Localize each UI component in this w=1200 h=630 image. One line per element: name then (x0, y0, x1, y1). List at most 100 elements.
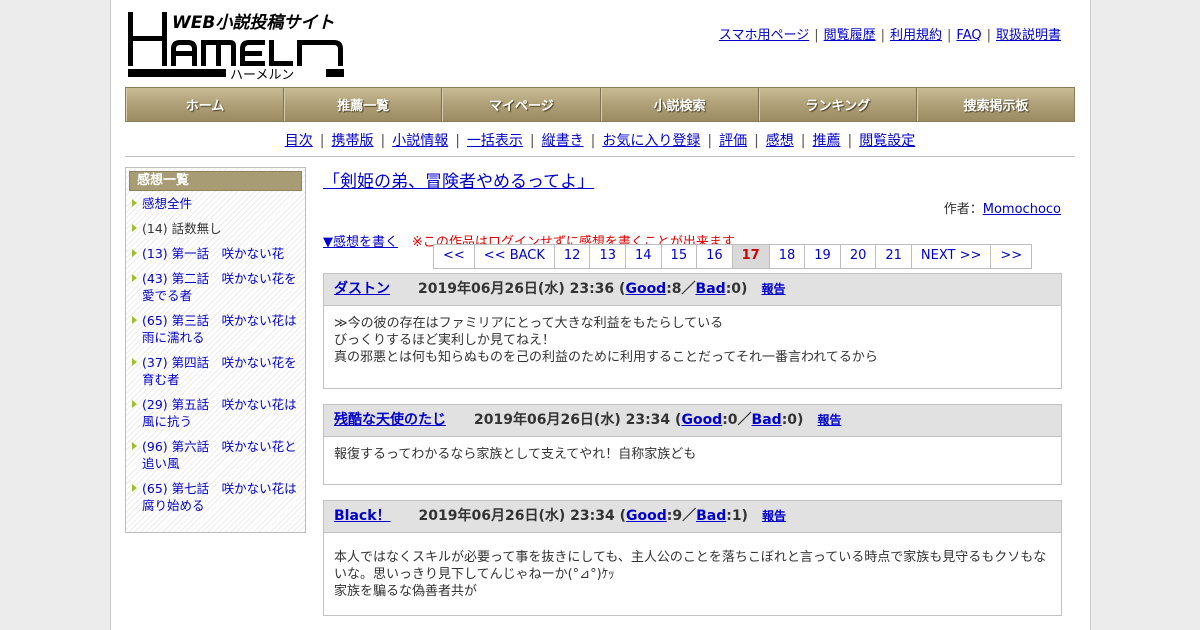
separator: | (529, 133, 535, 149)
arrow-right-icon (132, 484, 137, 492)
sidebar-item[interactable]: (37) 第四話 咲かない花を育む者 (132, 354, 301, 388)
review-text-line: 報復するってわかるなら家族として支えてやれ！自称家族ども (334, 447, 697, 462)
write-review-link[interactable]: ▼感想を書く (323, 235, 398, 250)
subnav-rating[interactable]: 評価 (719, 133, 747, 149)
review-card: Black！ 2019年06月26日(水) 23:34 (Good:9／Bad:1… (323, 500, 1062, 616)
author-link[interactable]: Momochoco (983, 202, 1061, 217)
work-title-link[interactable]: 「剣姫の弟、冒険者やめるってよ」 (323, 172, 594, 192)
page-number[interactable]: 21 (875, 245, 911, 268)
page-last[interactable]: >> (990, 245, 1032, 268)
sidebar-item[interactable]: (43) 第二話 咲かない花を愛でる者 (132, 270, 301, 304)
separator: | (455, 133, 460, 149)
sidebar-item-label[interactable]: (43) 第二話 咲かない花を愛でる者 (142, 271, 297, 303)
subnav-reviews[interactable]: 感想 (766, 133, 794, 149)
separator: | (847, 133, 853, 149)
sidebar-item[interactable]: (13) 第一話 咲かない花 (132, 245, 301, 262)
page-number[interactable]: 13 (589, 245, 625, 268)
author-line: 作者：Momochoco (323, 198, 1061, 217)
separator: | (754, 133, 759, 149)
toplink-terms[interactable]: 利用規約 (890, 28, 942, 43)
subnav-vertical[interactable]: 縦書き (542, 133, 584, 149)
reviewer-name[interactable]: ダストン (334, 281, 390, 297)
good-vote-link[interactable]: Good (625, 281, 666, 297)
sidebar-item-label[interactable]: (65) 第七話 咲かない花は腐り始める (142, 481, 297, 513)
arrow-right-icon (132, 249, 137, 257)
page-number[interactable]: 12 (553, 245, 590, 268)
sub-nav: 目次 | 携帯版 | 小説情報 | 一括表示 | 縦書き | お気に入り登録 | 評価 | 感想 | 推薦 | 閲覧… (125, 130, 1075, 150)
review-date: 2019年06月26日(水) 23:34 (418, 508, 615, 524)
review-text-line: 本人ではなくスキルが必要って事を抜きにしても、主人公のことを落ちこぼれと言ってい… (334, 550, 1047, 565)
sidebar-item[interactable]: 感想全件 (132, 195, 301, 212)
subnav-recommend[interactable]: 推薦 (813, 133, 841, 149)
nav-novel-search[interactable]: 小説検索 (600, 88, 759, 121)
nav-mypage[interactable]: マイページ (442, 88, 601, 121)
arrow-right-icon (132, 316, 137, 324)
reviewer-name[interactable]: Black！ (334, 508, 391, 524)
sidebar-item-label[interactable]: (96) 第六話 咲かない花と追い風 (142, 439, 297, 471)
page-number[interactable]: 20 (839, 245, 876, 268)
sidebar-item-label[interactable]: (37) 第四話 咲かない花を育む者 (142, 355, 297, 387)
report-link[interactable]: 報告 (762, 509, 786, 523)
arrow-right-icon (132, 224, 137, 232)
review-body: ≫今の彼の存在はファミリアにとって大きな利益をもたらしている びっくりするほど実… (324, 306, 1061, 376)
sidebar-item[interactable]: (29) 第五話 咲かない花は風に抗う (132, 396, 301, 430)
review-card: ダストン 2019年06月26日(水) 23:36 (Good:8／Bad:0) 報… (323, 273, 1062, 389)
page: WEB小説投稿サイト ハーメルン スマホ用ページ | 閲覧履歴 | 利用規約 | FAQ | 取… (110, 0, 1091, 630)
subnav-novel-info[interactable]: 小説情報 (392, 133, 448, 149)
page-back[interactable]: << BACK (473, 245, 554, 268)
work-title: 「剣姫の弟、冒険者やめるってよ」 (323, 167, 1063, 192)
pagination: << << BACK 12 13 14 15 16 17 18 19 20 21… (433, 244, 1033, 269)
review-text-line: 真の邪悪とは何も知らぬものを己の利益のために利用することだってそれ一番言われてる… (334, 350, 878, 365)
separator: | (380, 133, 386, 149)
sidebar-item-label[interactable]: (29) 第五話 咲かない花は風に抗う (142, 397, 297, 429)
sidebar-item-label[interactable]: (65) 第三話 咲かない花は雨に濡れる (142, 313, 297, 345)
toplink-history[interactable]: 閲覧履歴 (824, 28, 876, 43)
sidebar-item[interactable]: (65) 第三話 咲かない花は雨に濡れる (132, 312, 301, 346)
nav-search-board[interactable]: 捜索掲示板 (916, 88, 1075, 121)
subnav-toc[interactable]: 目次 (285, 133, 313, 149)
sidebar-item[interactable]: (65) 第七話 咲かない花は腐り始める (132, 480, 301, 514)
toplink-manual[interactable]: 取扱説明書 (996, 28, 1061, 43)
page-number[interactable]: 15 (660, 245, 697, 268)
bad-vote-link[interactable]: Bad (752, 412, 782, 428)
reviewer-name[interactable]: 残酷な天使のたじ (334, 412, 446, 428)
toplink-smartphone[interactable]: スマホ用ページ (719, 28, 809, 43)
page-number[interactable]: 18 (768, 245, 805, 268)
page-next[interactable]: NEXT >> (910, 245, 991, 268)
nav-recommend-list[interactable]: 推薦一覧 (284, 88, 443, 121)
page-number[interactable]: 19 (804, 245, 840, 268)
report-link[interactable]: 報告 (761, 282, 785, 296)
page-number[interactable]: 14 (625, 245, 661, 268)
sidebar-item[interactable]: (96) 第六話 咲かない花と追い風 (132, 438, 301, 472)
logo-kana: ハーメルン (230, 68, 294, 81)
good-vote-link[interactable]: Good (626, 508, 667, 524)
bad-vote-link[interactable]: Bad (696, 508, 726, 524)
subnav-view-settings[interactable]: 閲覧設定 (859, 133, 915, 149)
page-current: 17 (731, 245, 769, 268)
good-count: :9／ (666, 508, 697, 524)
hameln-logo[interactable]: WEB小説投稿サイト ハーメルン (126, 9, 346, 81)
subnav-show-all[interactable]: 一括表示 (467, 133, 523, 149)
separator: | (800, 133, 806, 149)
separator: | (319, 133, 325, 149)
separator: | (590, 133, 596, 149)
bad-count: :1) (726, 508, 748, 524)
review-card: 残酷な天使のたじ 2019年06月26日(水) 23:34 (Good:0／Bad… (323, 404, 1062, 485)
separator: | (947, 28, 952, 43)
review-date: 2019年06月26日(水) 23:36 (418, 281, 615, 297)
page-number[interactable]: 16 (696, 245, 732, 268)
logo-tagline: WEB小説投稿サイト (172, 13, 334, 33)
sidebar-item-label[interactable]: (13) 第一話 咲かない花 (142, 246, 284, 261)
good-vote-link[interactable]: Good (681, 412, 722, 428)
subnav-favorite[interactable]: お気に入り登録 (602, 133, 700, 149)
sidebar-item-label[interactable]: 感想全件 (142, 196, 192, 211)
main-nav: ホーム 推薦一覧 マイページ 小説検索 ランキング 捜索掲示板 (125, 87, 1075, 122)
toplink-faq[interactable]: FAQ (956, 28, 981, 43)
bad-vote-link[interactable]: Bad (696, 281, 726, 297)
page-first[interactable]: << (434, 245, 474, 268)
nav-ranking[interactable]: ランキング (758, 88, 917, 121)
report-link[interactable]: 報告 (817, 413, 841, 427)
nav-home[interactable]: ホーム (126, 88, 285, 121)
subnav-mobile[interactable]: 携帯版 (331, 133, 373, 149)
review-body: 本人ではなくスキルが必要って事を抜きにしても、主人公のことを落ちこぼれと言ってい… (324, 533, 1061, 610)
